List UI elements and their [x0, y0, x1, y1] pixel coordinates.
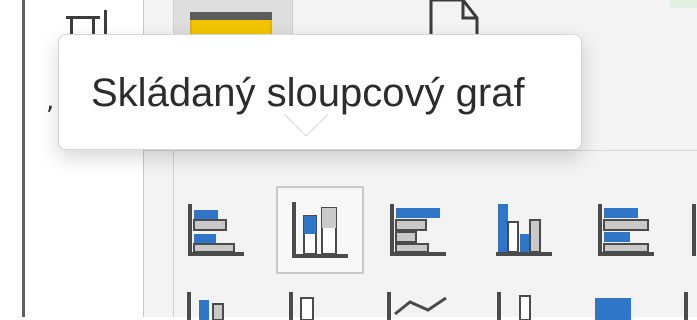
stacked-column-chart-icon: [292, 202, 348, 258]
left-panel-border: [22, 0, 25, 317]
clustered-column-chart-icon: [496, 204, 552, 256]
tooltip-text: Skládaný sloupcový graf: [91, 71, 525, 115]
clustered-bar-chart-button[interactable]: [178, 194, 254, 266]
tooltip-pointer: [284, 114, 328, 136]
stacked-column-chart-button[interactable]: [276, 186, 364, 274]
card-header-strip: [190, 12, 272, 20]
left-fragment-glyph: ,: [46, 86, 55, 116]
100-percent-stacked-column-chart-button[interactable]: [684, 194, 697, 266]
gallery-row-divider: [143, 150, 697, 151]
100-percent-stacked-bar-chart-button[interactable]: [588, 194, 664, 266]
green-corner-highlight: [670, 0, 697, 8]
stacked-bar-chart-icon: [390, 204, 446, 256]
clustered-column-chart-button[interactable]: [488, 194, 564, 266]
stacked-bar-chart-button[interactable]: [380, 194, 456, 266]
100-percent-stacked-column-chart-icon: [692, 204, 696, 256]
100-percent-stacked-bar-chart-icon: [598, 204, 654, 256]
gallery-row2-fragment: [187, 292, 688, 320]
clustered-bar-chart-icon: [188, 204, 244, 256]
